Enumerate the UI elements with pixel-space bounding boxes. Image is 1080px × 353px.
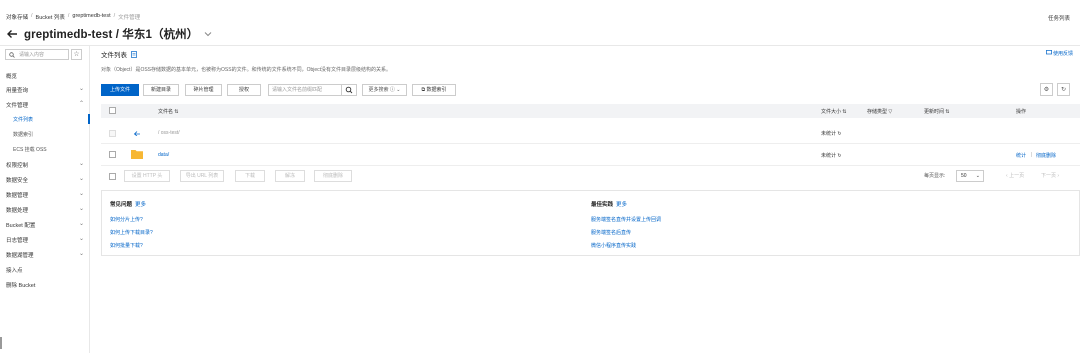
chevron-up-icon: ⌃	[78, 101, 84, 107]
batch-delete-button[interactable]: 彻底删除	[314, 170, 352, 182]
authorize-button[interactable]: 授权	[227, 84, 261, 96]
prev-page-button[interactable]: ‹ 上一页	[1006, 172, 1024, 179]
breadcrumb-bucket[interactable]: greptimedb-test	[72, 13, 110, 21]
refresh-icon[interactable]: ↻	[1057, 83, 1070, 96]
col-updated[interactable]: 更新时间 ⇅	[924, 108, 950, 115]
sidebar-item-data-lake[interactable]: 数据湖管理 ⌄	[6, 251, 84, 259]
row-checkbox[interactable]	[109, 151, 116, 158]
faq-link[interactable]: 如何上传下载目录?	[110, 229, 153, 236]
sidebar-search-placeholder: 请输入内容	[19, 52, 45, 58]
chevron-down-icon: ⌄	[78, 206, 84, 212]
breadcrumb: 对象存储 / Bucket 列表 / greptimedb-test / 文件管理	[6, 13, 141, 21]
task-list-link[interactable]: 任务列表	[1048, 14, 1070, 22]
table-row: data/ 未统计 ↻ 统计 | 彻底删除	[101, 144, 1080, 166]
sidebar-sub-file-list[interactable]: 文件列表	[13, 116, 33, 123]
chevron-down-icon: ⌄	[78, 176, 84, 182]
best-more-link[interactable]: 更多	[616, 202, 627, 208]
description-text: 对象（Object）是OSS存储数据的基本单元，也被称为OSS的文件。和传统的文…	[101, 67, 392, 73]
more-search-dropdown[interactable]: 更多搜索 ⓘ ⌄	[362, 84, 407, 96]
current-path: / oss-test/	[158, 130, 180, 136]
breadcrumb-bucket-list[interactable]: Bucket 列表	[36, 13, 65, 21]
per-page-label: 每页显示:	[924, 173, 946, 179]
sidebar-item-logs[interactable]: 日志管理 ⌄	[6, 236, 84, 244]
chevron-down-icon: ⌄	[78, 251, 84, 257]
sidebar-item-permissions[interactable]: 权限控制 ⌄	[6, 161, 84, 169]
fragments-button[interactable]: 碎片管理	[185, 84, 222, 96]
chevron-down-icon: ⌄	[78, 161, 84, 167]
sidebar-item-overview[interactable]: 概览	[6, 72, 84, 80]
sidebar-item-data-processing[interactable]: 数据处理 ⌄	[6, 206, 84, 214]
sidebar-item-usage[interactable]: 用量查询 ⌄	[6, 86, 84, 94]
sidebar-scrollbar[interactable]	[0, 337, 2, 349]
best-practice-link[interactable]: 微信小程序直传实践	[591, 242, 636, 249]
search-icon	[345, 86, 353, 94]
best-practice-link[interactable]: 服务端签名后直传	[591, 229, 631, 236]
faq-title: 常见问题 更多	[110, 202, 147, 208]
stat-link[interactable]: 统计	[1016, 152, 1026, 159]
faq-link[interactable]: 如何分片上传?	[110, 216, 143, 223]
sidebar-sub-ecs-mount[interactable]: ECS 挂载 OSS	[13, 146, 47, 153]
back-arrow-icon[interactable]	[6, 28, 18, 40]
best-practice-title: 最佳实践 更多	[591, 202, 628, 208]
data-index-button[interactable]: ⧉ 数据索引	[412, 84, 456, 96]
col-ops: 操作	[1016, 109, 1027, 115]
top-bar: 对象存储 / Bucket 列表 / greptimedb-test / 文件管理 任…	[0, 0, 1080, 46]
per-page-select[interactable]: 50 ⌄	[956, 170, 984, 182]
next-page-button[interactable]: 下一页 ›	[1041, 172, 1059, 179]
chevron-down-icon[interactable]	[204, 31, 212, 37]
col-size[interactable]: 文件大小 ⇅	[821, 108, 847, 115]
chevron-down-icon: ⌄	[78, 86, 84, 92]
delete-link[interactable]: 彻底删除	[1036, 152, 1056, 159]
section-title: 文件列表	[101, 49, 137, 59]
settings-gear-icon[interactable]: ⚙	[1040, 83, 1053, 96]
star-icon[interactable]: ☆	[71, 49, 82, 60]
faq-more-link[interactable]: 更多	[135, 202, 146, 208]
page-title: greptimedb-test / 华东1（杭州）	[24, 29, 199, 41]
chevron-down-icon: ⌄	[78, 236, 84, 242]
sidebar-search-input[interactable]: 请输入内容	[5, 49, 69, 60]
set-http-header-button[interactable]: 设置 HTTP 头	[124, 170, 170, 182]
table-row: / oss-test/ 未统计 ↻	[101, 122, 1080, 144]
sidebar-sub-data-index[interactable]: 数据索引	[13, 131, 33, 138]
file-name-link[interactable]: data/	[158, 152, 169, 158]
doc-icon[interactable]	[131, 50, 137, 58]
download-button[interactable]: 下载	[235, 170, 265, 182]
breadcrumb-current: 文件管理	[118, 15, 141, 21]
faq-link[interactable]: 如何批量下载?	[110, 242, 143, 249]
sidebar-item-data-security[interactable]: 数据安全 ⌄	[6, 176, 84, 184]
upload-button[interactable]: 上传文件	[101, 84, 139, 96]
chevron-down-icon: ⌄	[78, 191, 84, 197]
sidebar-item-bucket-config[interactable]: Bucket 配置 ⌄	[6, 221, 84, 229]
batch-select-checkbox[interactable]	[109, 173, 116, 180]
sidebar-item-access-point[interactable]: 接入点	[6, 266, 84, 274]
export-url-button[interactable]: 导出 URL 列表	[180, 170, 224, 182]
active-indicator	[88, 114, 90, 124]
row-checkbox	[109, 130, 116, 137]
new-dir-button[interactable]: 新建目录	[143, 84, 179, 96]
file-size: 未统计 ↻	[821, 131, 842, 137]
feedback-link[interactable]: 使用反馈	[1045, 50, 1073, 57]
thaw-button[interactable]: 解冻	[275, 170, 305, 182]
search-icon	[9, 51, 15, 58]
return-arrow-icon[interactable]	[133, 130, 141, 136]
search-button[interactable]	[341, 84, 357, 96]
file-size: 未统计 ↻	[821, 153, 842, 159]
sidebar-item-data-management[interactable]: 数据管理 ⌄	[6, 191, 84, 199]
best-practice-link[interactable]: 服务端签名直传并设置上传回调	[591, 216, 661, 223]
sidebar-item-files[interactable]: 文件管理 ⌃	[6, 101, 84, 109]
op-separator: |	[1031, 152, 1033, 158]
sidebar-item-delete-bucket[interactable]: 删除 Bucket	[6, 281, 84, 289]
table-header: 文件名 ⇅ 文件大小 ⇅ 存储类型 ▽ 更新时间 ⇅ 操作	[101, 104, 1080, 118]
sidebar: 请输入内容 ☆ 概览 用量查询 ⌄ 文件管理 ⌃ 文件列表 数据索引 ECS 挂载 …	[0, 46, 90, 353]
col-name[interactable]: 文件名 ⇅	[158, 108, 179, 115]
folder-icon	[131, 150, 143, 159]
breadcrumb-oss[interactable]: 对象存储	[6, 13, 28, 21]
feedback-icon	[1045, 50, 1052, 55]
chevron-down-icon: ⌄	[78, 221, 84, 227]
col-storage[interactable]: 存储类型 ▽	[867, 108, 892, 115]
select-all-checkbox[interactable]	[109, 107, 116, 114]
help-panel: 常见问题 更多 如何分片上传? 如何上传下载目录? 如何批量下载? 最佳实践 更多 …	[101, 190, 1080, 256]
